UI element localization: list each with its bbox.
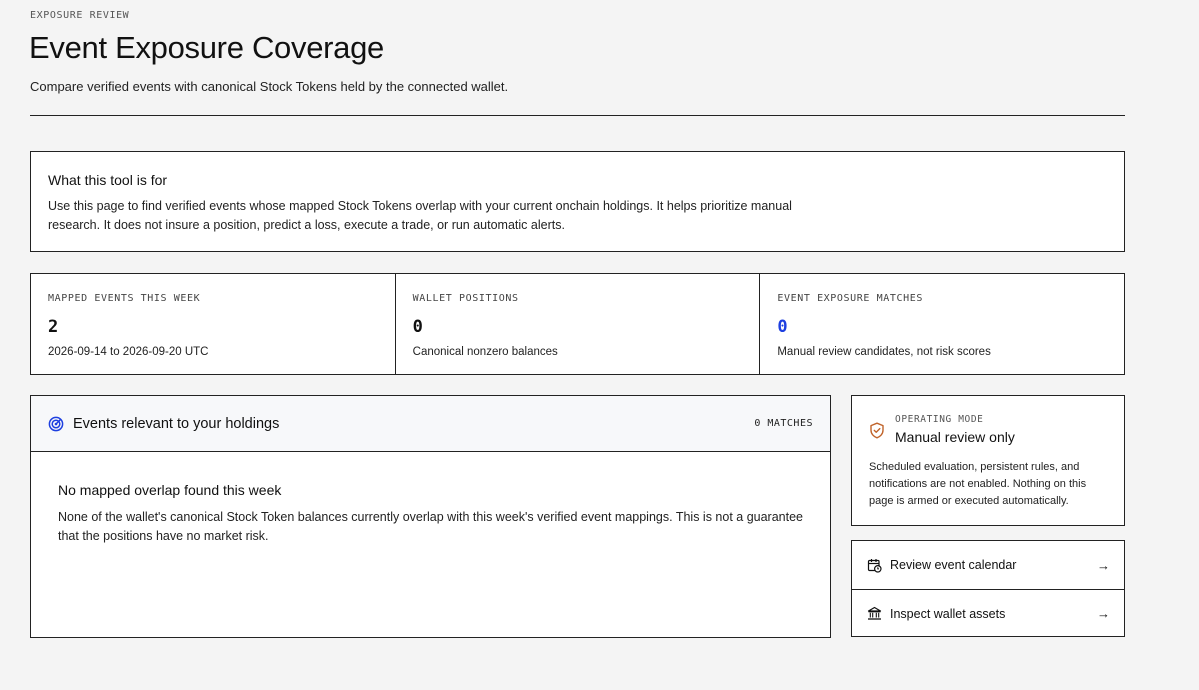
stat-value: 0 [412, 317, 423, 337]
arrow-right-icon: → [1097, 606, 1110, 621]
stat-value: 2 [48, 317, 59, 337]
stat-note: Manual review candidates, not risk score… [777, 346, 991, 358]
operating-mode-label: OPERATING MODE [895, 414, 984, 425]
quick-links: Review event calendar → Inspect wallet a… [851, 540, 1125, 637]
review-event-calendar-link[interactable]: Review event calendar → [852, 541, 1124, 589]
calendar-icon [867, 558, 882, 573]
matches-count-badge: 0 MATCHES [754, 418, 813, 429]
stat-label: EVENT EXPOSURE MATCHES [777, 293, 923, 304]
stats-row: MAPPED EVENTS THIS WEEK 2 2026-09-14 to … [30, 273, 1125, 375]
operating-mode-title: Manual review only [895, 429, 1015, 445]
bank-icon [867, 606, 882, 621]
tool-purpose-body: Use this page to find verified events wh… [48, 199, 792, 232]
stat-label: MAPPED EVENTS THIS WEEK [48, 293, 201, 304]
stat-note: Canonical nonzero balances [412, 346, 558, 358]
operating-mode-card: OPERATING MODE Manual review only Schedu… [851, 395, 1125, 526]
empty-state-body: None of the wallet's canonical Stock Tok… [58, 510, 803, 543]
empty-state-title: No mapped overlap found this week [58, 482, 282, 498]
tool-purpose-title: What this tool is for [48, 172, 168, 188]
inspect-wallet-assets-link[interactable]: Inspect wallet assets → [852, 589, 1124, 637]
header-divider [30, 115, 1125, 116]
events-panel-title: Events relevant to your holdings [73, 415, 280, 432]
stat-label: WALLET POSITIONS [412, 293, 519, 304]
link-label: Review event calendar [890, 558, 1017, 572]
events-empty-state: No mapped overlap found this week None o… [31, 452, 830, 576]
stat-exposure-matches: EVENT EXPOSURE MATCHES 0 Manual review c… [760, 274, 1124, 374]
page-title: Event Exposure Coverage [29, 30, 384, 65]
stat-note: 2026-09-14 to 2026-09-20 UTC [48, 346, 209, 358]
stat-value: 0 [777, 317, 788, 337]
page-subtitle: Compare verified events with canonical S… [30, 79, 509, 94]
operating-mode-body: Scheduled evaluation, persistent rules, … [869, 461, 1087, 507]
events-panel-header: Events relevant to your holdings 0 MATCH… [31, 396, 830, 452]
link-label: Inspect wallet assets [890, 606, 1006, 621]
radar-icon [48, 416, 64, 432]
arrow-right-icon: → [1097, 557, 1110, 573]
tool-purpose-card: What this tool is for Use this page to f… [30, 151, 1125, 252]
events-panel: Events relevant to your holdings 0 MATCH… [30, 395, 831, 638]
shield-check-icon [869, 422, 885, 439]
stat-wallet-positions: WALLET POSITIONS 0 Canonical nonzero bal… [396, 274, 761, 374]
stat-mapped-events: MAPPED EVENTS THIS WEEK 2 2026-09-14 to … [31, 274, 396, 374]
page-eyebrow: EXPOSURE REVIEW [30, 10, 130, 21]
